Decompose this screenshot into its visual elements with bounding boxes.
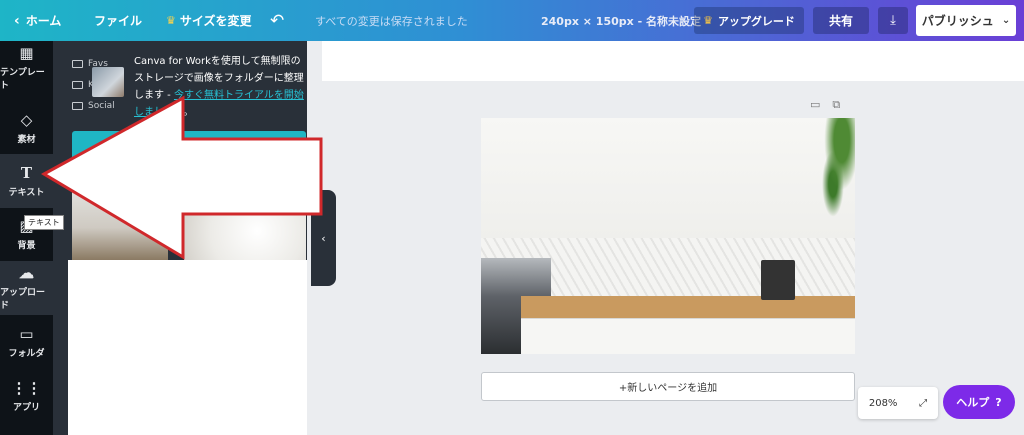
publish-label: パブリッシュ xyxy=(921,14,994,28)
folder-icon xyxy=(72,80,83,89)
shapes-icon: ◇ xyxy=(20,110,33,129)
sidebar-item-label: アプリ xyxy=(12,402,40,413)
design-canvas[interactable] xyxy=(481,118,855,354)
folder-icon: ▭ xyxy=(19,324,34,343)
sidebar-item-label: 背景 xyxy=(17,240,36,251)
photo-coffee-machine xyxy=(761,260,795,300)
promo-end: 。 xyxy=(183,107,194,118)
upload-icon: ☁ xyxy=(19,264,34,282)
crown-icon: ♛ xyxy=(166,14,176,27)
sidebar-item-label: テキスト xyxy=(8,187,45,198)
share-button[interactable]: 共有 xyxy=(813,7,869,34)
promo-message: Canva for Workを使用して無制限のストレージで画像をフォルダーに整理… xyxy=(134,53,309,121)
left-sidebar: ▦ テンプレート ◇ 素材 T テキスト ▨ 背景 ☁ アップロード ▭ フォル… xyxy=(0,41,53,435)
upgrade-label: アップグレード xyxy=(717,14,795,28)
sidebar-item-label: アップロード xyxy=(0,288,46,311)
resize-label: サイズを変更 xyxy=(179,14,252,28)
folder-icon xyxy=(72,101,83,110)
sidebar-item-text[interactable]: T テキスト xyxy=(0,154,53,208)
zoom-level: 208% xyxy=(868,397,898,409)
file-menu[interactable]: ファイル xyxy=(94,0,142,41)
folder-label: Social xyxy=(88,100,115,111)
top-bar: ‹ ホーム ファイル ♛ サイズを変更 ↶ すべての変更は保存されました 240… xyxy=(0,0,1024,41)
upload-media-button[interactable] xyxy=(72,131,306,161)
photo-counter xyxy=(521,296,855,318)
sidebar-item-elements[interactable]: ◇ 素材 xyxy=(0,101,53,155)
undo-icon[interactable]: ↶ xyxy=(270,0,284,41)
photo-cabinet xyxy=(521,318,855,354)
upload-thumbnail[interactable] xyxy=(184,188,306,260)
sidebar-item-apps[interactable]: ⋮⋮ アプリ xyxy=(0,369,53,423)
page-actions: ▭ ⧉ xyxy=(810,98,840,112)
editor-toolbar xyxy=(322,41,1024,81)
resize-button[interactable]: ♛ サイズを変更 xyxy=(166,0,252,41)
duplicate-icon[interactable]: ⧉ xyxy=(832,98,840,112)
upload-thumbnail[interactable] xyxy=(72,188,168,260)
download-icon[interactable]: ⤓ xyxy=(878,7,908,34)
home-label: ホーム xyxy=(25,14,62,28)
collapse-panel-button[interactable]: ‹ xyxy=(311,190,336,286)
chevron-down-icon: ⌄ xyxy=(1001,15,1011,26)
template-icon: ▦ xyxy=(19,44,34,62)
sidebar-item-uploads[interactable]: ☁ アップロード xyxy=(0,261,53,315)
folder-icon xyxy=(72,59,83,68)
sidebar-item-label: 素材 xyxy=(17,134,36,145)
chevron-left-icon: ‹ xyxy=(321,231,326,245)
sidebar-item-label: テンプレート xyxy=(0,68,45,91)
promo-image xyxy=(92,67,124,97)
sidebar-item-label: フォルダ xyxy=(8,348,45,359)
help-mark: ? xyxy=(995,395,1002,409)
chevron-left-icon: ‹ xyxy=(14,12,20,29)
apps-icon: ⋮⋮ xyxy=(11,378,42,397)
sidebar-item-templates[interactable]: ▦ テンプレート xyxy=(0,41,53,95)
text-icon: T xyxy=(20,163,33,182)
folder-item[interactable]: Social xyxy=(72,95,115,116)
upgrade-button[interactable]: ♛ アップグレード xyxy=(694,7,804,34)
crown-icon: ♛ xyxy=(703,14,713,27)
tooltip: テキスト xyxy=(24,215,64,230)
zoom-control[interactable]: 208% ⤢ xyxy=(858,387,938,419)
panel-blank-area xyxy=(68,260,307,435)
add-page-button[interactable]: +新しいページを追加 xyxy=(481,372,855,401)
design-dimensions[interactable]: 240px × 150px - 名称未設定 xyxy=(541,0,701,41)
expand-icon[interactable]: ⤢ xyxy=(919,398,927,409)
comment-icon[interactable]: ▭ xyxy=(810,98,820,112)
photo-plant xyxy=(811,118,855,228)
help-label: ヘルプ xyxy=(956,396,990,409)
home-button[interactable]: ‹ ホーム xyxy=(14,0,61,41)
publish-button[interactable]: パブリッシュ ⌄ xyxy=(916,5,1016,36)
save-status: すべての変更は保存されました xyxy=(315,14,468,28)
sidebar-item-folders[interactable]: ▭ フォルダ xyxy=(0,315,53,369)
help-button[interactable]: ヘルプ ? xyxy=(943,385,1015,419)
photo-wall xyxy=(481,118,855,238)
